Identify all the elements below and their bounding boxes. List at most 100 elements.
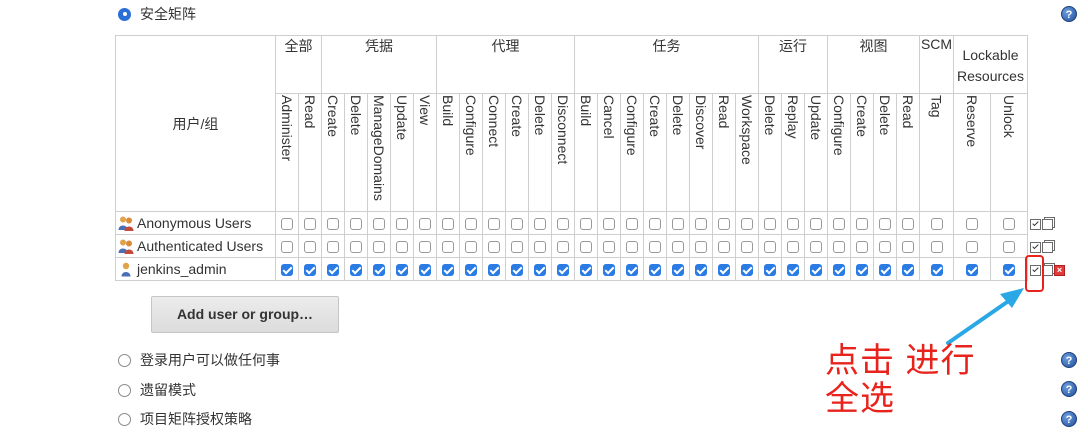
permission-checkbox[interactable] bbox=[488, 264, 500, 277]
permission-checkbox[interactable] bbox=[741, 264, 753, 277]
permission-checkbox[interactable] bbox=[649, 264, 661, 277]
select-all-icon[interactable] bbox=[1030, 241, 1041, 253]
permission-checkbox[interactable] bbox=[626, 218, 638, 231]
permission-checkbox[interactable] bbox=[281, 241, 293, 254]
permission-checkbox[interactable] bbox=[465, 264, 477, 277]
permission-checkbox[interactable] bbox=[764, 218, 776, 231]
permission-checkbox[interactable] bbox=[787, 264, 799, 277]
radio-button[interactable] bbox=[118, 7, 131, 21]
permission-checkbox[interactable] bbox=[580, 264, 592, 277]
permission-checkbox[interactable] bbox=[833, 264, 845, 277]
add-user-or-group-button[interactable]: Add user or group… bbox=[151, 296, 339, 333]
permission-checkbox[interactable] bbox=[718, 264, 730, 277]
permission-checkbox[interactable] bbox=[534, 218, 546, 231]
permission-checkbox[interactable] bbox=[465, 218, 477, 231]
permission-checkbox[interactable] bbox=[741, 241, 753, 254]
permission-checkbox[interactable] bbox=[879, 241, 891, 254]
permission-checkbox[interactable] bbox=[603, 264, 615, 277]
permission-checkbox[interactable] bbox=[902, 218, 914, 231]
radio-option-logged-in[interactable]: 登录用户可以做任何事 bbox=[118, 350, 280, 370]
permission-checkbox[interactable] bbox=[718, 241, 730, 254]
permission-checkbox[interactable] bbox=[396, 241, 408, 254]
permission-checkbox[interactable] bbox=[442, 218, 454, 231]
permission-checkbox[interactable] bbox=[930, 218, 943, 231]
radio-button[interactable] bbox=[118, 412, 131, 426]
permission-checkbox[interactable] bbox=[764, 241, 776, 254]
permission-checkbox[interactable] bbox=[1003, 218, 1015, 231]
permission-checkbox[interactable] bbox=[327, 264, 339, 277]
radio-option-legacy[interactable]: 遗留模式 bbox=[118, 380, 196, 400]
permission-checkbox[interactable] bbox=[649, 218, 661, 231]
permission-checkbox[interactable] bbox=[833, 241, 845, 254]
permission-checkbox[interactable] bbox=[534, 264, 546, 277]
permission-checkbox[interactable] bbox=[304, 241, 316, 254]
permission-checkbox[interactable] bbox=[350, 241, 362, 254]
permission-checkbox[interactable] bbox=[281, 218, 293, 231]
permission-checkbox[interactable] bbox=[580, 218, 592, 231]
permission-checkbox[interactable] bbox=[350, 264, 362, 277]
radio-option-project-matrix[interactable]: 项目矩阵授权策略 bbox=[118, 409, 252, 429]
permission-checkbox[interactable] bbox=[534, 241, 546, 254]
unselect-all-icon[interactable] bbox=[1042, 218, 1053, 230]
permission-checkbox[interactable] bbox=[930, 241, 943, 254]
permission-checkbox[interactable] bbox=[856, 264, 868, 277]
permission-checkbox[interactable] bbox=[419, 218, 431, 231]
permission-checkbox[interactable] bbox=[304, 218, 316, 231]
permission-checkbox[interactable] bbox=[465, 241, 477, 254]
radio-button[interactable] bbox=[118, 353, 131, 367]
permission-checkbox[interactable] bbox=[350, 218, 362, 231]
permission-checkbox[interactable] bbox=[304, 264, 316, 277]
unselect-all-icon[interactable] bbox=[1042, 241, 1053, 253]
permission-checkbox[interactable] bbox=[718, 218, 730, 231]
permission-checkbox[interactable] bbox=[966, 218, 978, 231]
permission-checkbox[interactable] bbox=[695, 218, 707, 231]
permission-checkbox[interactable] bbox=[396, 218, 408, 231]
permission-checkbox[interactable] bbox=[327, 218, 339, 231]
permission-checkbox[interactable] bbox=[396, 264, 408, 277]
help-icon[interactable]: ? bbox=[1061, 381, 1077, 397]
permission-checkbox[interactable] bbox=[373, 218, 385, 231]
permission-checkbox[interactable] bbox=[511, 264, 523, 277]
permission-checkbox[interactable] bbox=[626, 241, 638, 254]
permission-checkbox[interactable] bbox=[672, 218, 684, 231]
select-all-icon[interactable] bbox=[1030, 218, 1041, 230]
permission-checkbox[interactable] bbox=[649, 241, 661, 254]
permission-checkbox[interactable] bbox=[419, 264, 431, 277]
permission-checkbox[interactable] bbox=[672, 264, 684, 277]
permission-checkbox[interactable] bbox=[741, 218, 753, 231]
permission-checkbox[interactable] bbox=[626, 264, 638, 277]
permission-checkbox[interactable] bbox=[672, 241, 684, 254]
help-icon[interactable]: ? bbox=[1061, 411, 1077, 427]
permission-checkbox[interactable] bbox=[856, 218, 868, 231]
permission-checkbox[interactable] bbox=[810, 218, 822, 231]
permission-checkbox[interactable] bbox=[488, 241, 500, 254]
radio-button[interactable] bbox=[118, 383, 131, 397]
permission-checkbox[interactable] bbox=[879, 218, 891, 231]
permission-checkbox[interactable] bbox=[879, 264, 891, 277]
permission-checkbox[interactable] bbox=[603, 218, 615, 231]
help-icon[interactable]: ? bbox=[1061, 352, 1077, 368]
permission-checkbox[interactable] bbox=[930, 264, 943, 277]
permission-checkbox[interactable] bbox=[373, 264, 385, 277]
permission-checkbox[interactable] bbox=[902, 241, 914, 254]
permission-checkbox[interactable] bbox=[966, 241, 978, 254]
remove-user-icon[interactable]: × bbox=[1054, 264, 1065, 276]
permission-checkbox[interactable] bbox=[603, 241, 615, 254]
radio-option-matrix[interactable]: 安全矩阵 bbox=[118, 4, 196, 24]
permission-checkbox[interactable] bbox=[695, 264, 707, 277]
permission-checkbox[interactable] bbox=[787, 218, 799, 231]
permission-checkbox[interactable] bbox=[810, 241, 822, 254]
permission-checkbox[interactable] bbox=[557, 241, 569, 254]
permission-checkbox[interactable] bbox=[1003, 264, 1015, 277]
permission-checkbox[interactable] bbox=[488, 218, 500, 231]
permission-checkbox[interactable] bbox=[511, 241, 523, 254]
permission-checkbox[interactable] bbox=[580, 241, 592, 254]
permission-checkbox[interactable] bbox=[966, 264, 978, 277]
permission-checkbox[interactable] bbox=[281, 264, 293, 277]
help-icon[interactable]: ? bbox=[1061, 6, 1077, 22]
permission-checkbox[interactable] bbox=[787, 241, 799, 254]
permission-checkbox[interactable] bbox=[902, 264, 914, 277]
permission-checkbox[interactable] bbox=[764, 264, 776, 277]
permission-checkbox[interactable] bbox=[833, 218, 845, 231]
permission-checkbox[interactable] bbox=[1003, 241, 1015, 254]
